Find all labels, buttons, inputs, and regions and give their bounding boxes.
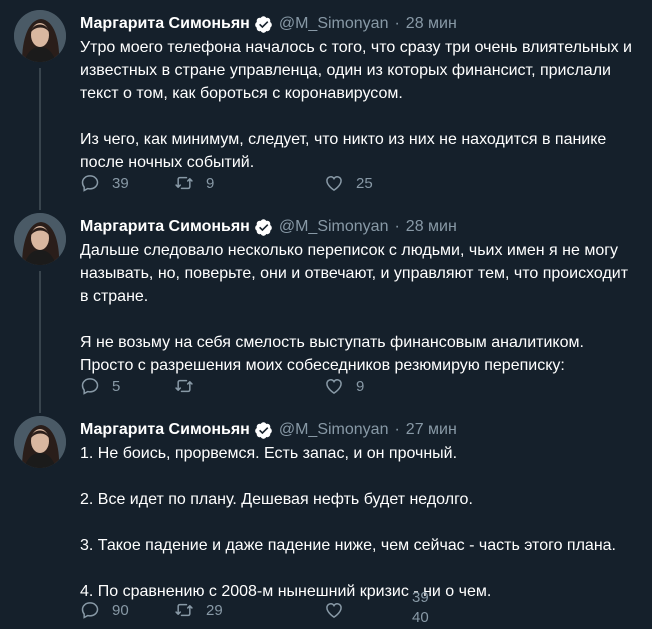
retweet-icon [175, 176, 193, 190]
retweet-count: 9 [206, 174, 215, 192]
reply-button[interactable]: 90 [80, 600, 129, 620]
display-name[interactable]: Маргарита Симоньян [80, 421, 250, 439]
reply-count: 90 [112, 601, 129, 619]
user-handle[interactable]: @M_Simonyan [279, 421, 389, 439]
display-name[interactable]: Маргарита Симоньян [80, 15, 250, 33]
like-button[interactable]: 9 [324, 376, 364, 396]
separator-dot: · [394, 421, 400, 438]
separator-dot: · [394, 218, 400, 235]
reply-button[interactable]: 5 [80, 376, 120, 396]
tweet-3[interactable]: Маргарита Симоньян @M_Simonyan · 27 мин … [0, 416, 652, 629]
tweet-text: Дальше следовало несколько переписок с л… [80, 239, 640, 377]
reply-button[interactable]: 39 [80, 173, 129, 193]
tweet-actions: 5 9 [80, 376, 560, 396]
reply-count: 39 [112, 174, 129, 192]
thread-line [39, 68, 41, 210]
tweet-paragraph: 3. Такое падение и даже падение ниже, че… [80, 537, 616, 554]
timestamp[interactable]: 28 мин [406, 15, 457, 33]
verified-badge-icon [254, 15, 273, 34]
like-button[interactable]: 25 [324, 173, 373, 193]
heart-icon [326, 175, 342, 191]
retweet-count: 29 [206, 601, 223, 619]
tweet-thread: Маргарита Симоньян @M_Simonyan · 28 мин … [0, 0, 652, 629]
separator-dot: · [394, 15, 400, 32]
tweet-text: Утро моего телефона началось с того, что… [80, 36, 640, 174]
user-handle[interactable]: @M_Simonyan [279, 15, 389, 33]
tweet-actions: 39 9 25 [80, 173, 560, 193]
tweet-1[interactable]: Маргарита Симоньян @M_Simonyan · 28 мин … [0, 10, 652, 210]
tweet-header: Маргарита Симоньян @M_Simonyan · 27 мин [80, 419, 457, 441]
tweet-paragraph: Утро моего телефона началось с того, что… [80, 39, 632, 102]
tweet-header: Маргарита Симоньян @M_Simonyan · 28 мин [80, 13, 457, 35]
heart-icon [326, 378, 342, 394]
user-handle[interactable]: @M_Simonyan [279, 218, 389, 236]
reply-count: 5 [112, 377, 121, 395]
reply-icon [81, 378, 99, 395]
reply-icon [81, 602, 99, 619]
tweet-header: Маргарита Симоньян @M_Simonyan · 28 мин [80, 216, 457, 238]
like-count: 40 [412, 609, 429, 626]
tweet-2[interactable]: Маргарита Симоньян @M_Simonyan · 28 мин … [0, 213, 652, 413]
avatar[interactable] [14, 416, 66, 468]
tweet-paragraph: Я не возьму на себя смелость выступать ф… [80, 334, 584, 374]
display-name[interactable]: Маргарита Симоньян [80, 218, 250, 236]
avatar[interactable] [14, 213, 66, 265]
like-count: 25 [356, 174, 373, 192]
timestamp[interactable]: 28 мин [406, 218, 457, 236]
tweet-paragraph: 1. Не боись, прорвемся. Есть запас, и он… [80, 445, 458, 462]
tweet-paragraph: Дальше следовало несколько переписок с л… [80, 242, 629, 305]
like-count-previous: 39 [412, 589, 429, 606]
thread-line [39, 271, 41, 413]
retweet-icon [175, 603, 193, 617]
tweet-paragraph: Из чего, как минимум, следует, что никто… [80, 131, 607, 171]
retweet-icon [175, 379, 193, 393]
reply-icon [81, 175, 99, 192]
timestamp[interactable]: 27 мин [406, 421, 457, 439]
verified-badge-icon [254, 421, 273, 440]
verified-badge-icon [254, 218, 273, 237]
retweet-button[interactable]: 9 [174, 173, 214, 193]
tweet-text: 1. Не боись, прорвемся. Есть запас, и он… [80, 442, 640, 603]
avatar[interactable] [14, 10, 66, 62]
retweet-button[interactable]: 29 [174, 600, 223, 620]
tweet-paragraph: 2. Все идет по плану. Дешевая нефть буде… [80, 491, 473, 508]
like-button[interactable] [324, 600, 356, 620]
heart-icon [326, 602, 342, 618]
tweet-actions: 90 29 39 40 [80, 590, 560, 625]
like-count: 9 [356, 377, 365, 395]
retweet-button[interactable] [174, 376, 206, 396]
